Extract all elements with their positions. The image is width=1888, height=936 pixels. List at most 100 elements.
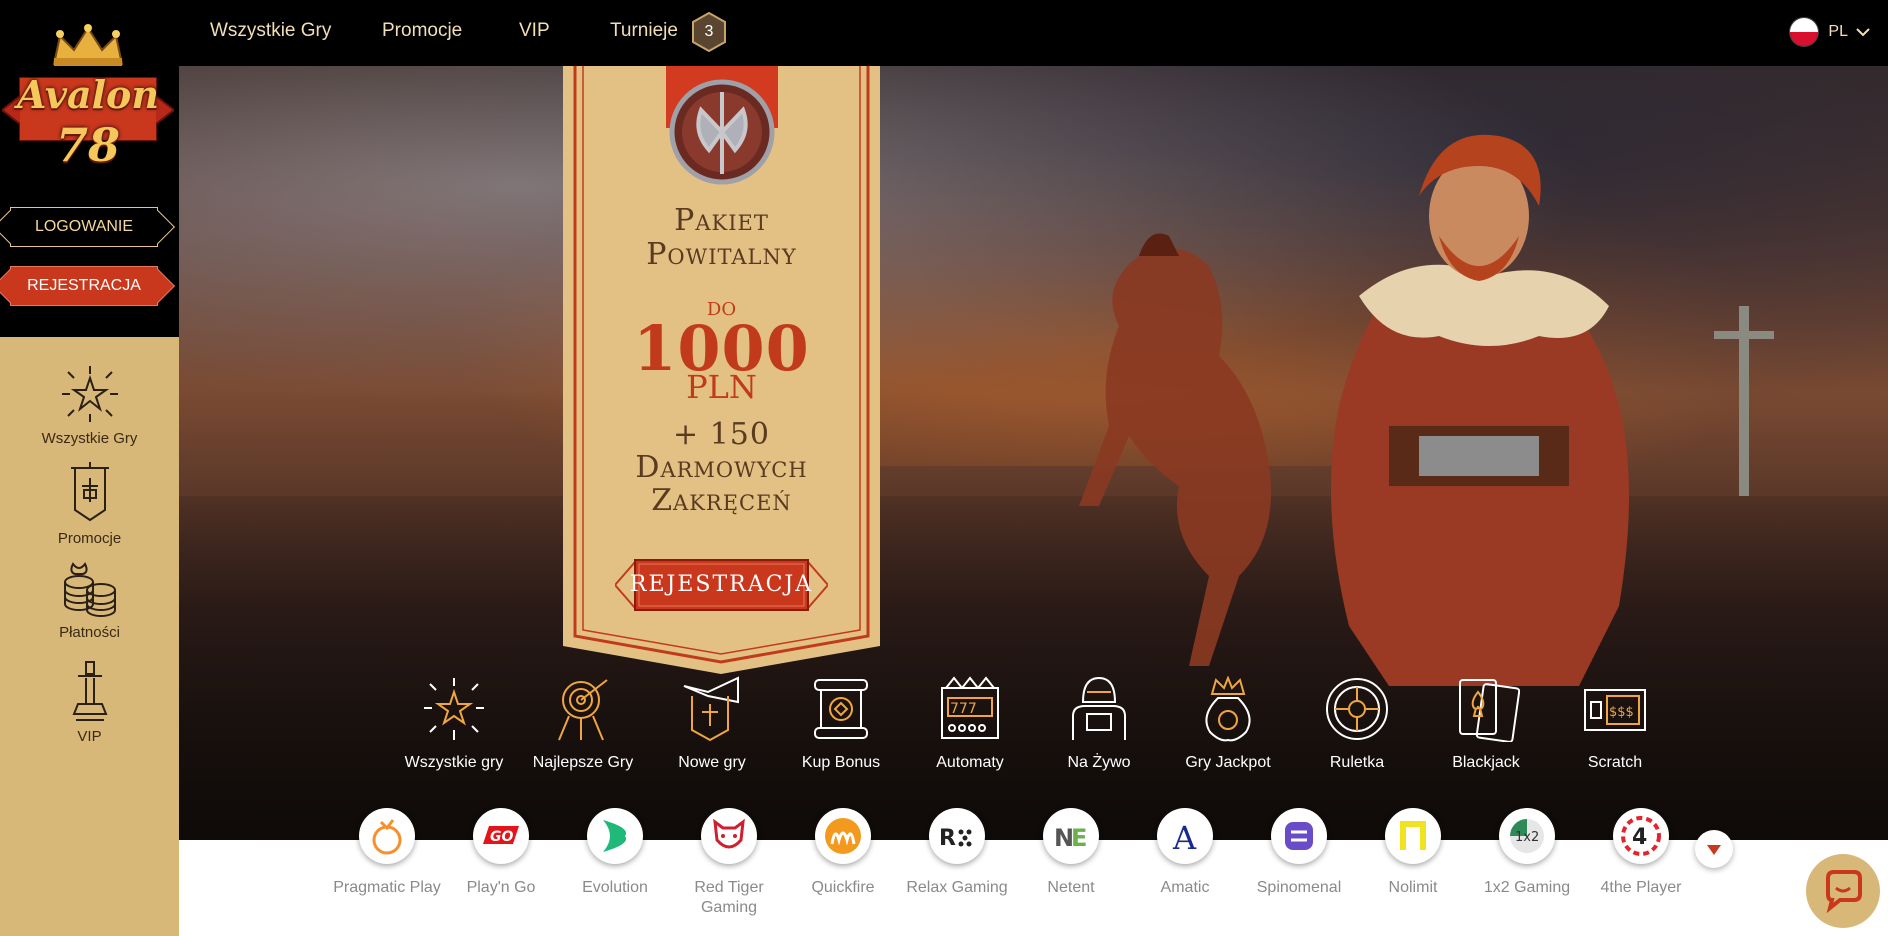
relax-logo-icon: R: [929, 808, 985, 864]
red-tiger-logo-icon: [701, 808, 757, 864]
provider-label: Evolution: [582, 879, 648, 896]
promo-title-line-1: Pakiet: [674, 203, 769, 238]
category-roulette[interactable]: Ruletka: [1293, 676, 1421, 772]
banner-icon: [70, 462, 109, 522]
category-all-games[interactable]: Wszystkie gry: [390, 676, 518, 772]
category-jackpot[interactable]: Gry Jackpot: [1164, 676, 1292, 772]
provider-red-tiger[interactable]: Red Tiger Gaming: [669, 808, 789, 918]
promo-currency: PLN: [686, 368, 757, 406]
promo-free-spins: + 150 Darmowych Zakręceń: [563, 418, 880, 517]
register-button-label: REJESTRACJA: [27, 277, 141, 294]
provider-label: Quickfire: [811, 879, 875, 896]
category-label: Blackjack: [1452, 754, 1520, 771]
provider-quickfire[interactable]: Quickfire: [783, 808, 903, 898]
promo-spins-line-1: + 150: [673, 417, 770, 452]
top-navigation: Wszystkie Gry Promocje VIP Turnieje 3 PL: [179, 0, 1888, 66]
category-label: Gry Jackpot: [1185, 754, 1271, 771]
provider-amatic[interactable]: A Amatic: [1125, 808, 1245, 898]
provider-label: Relax Gaming: [906, 879, 1008, 896]
language-code: PL: [1828, 23, 1848, 40]
promo-title-line-2: Powitalny: [646, 237, 797, 272]
brand-number: 78: [55, 118, 120, 172]
amatic-logo-icon: A: [1157, 808, 1213, 864]
category-live[interactable]: Na Żywo: [1035, 676, 1163, 772]
category-label: Nowe gry: [678, 754, 746, 771]
category-blackjack[interactable]: Blackjack: [1422, 676, 1550, 772]
register-button[interactable]: REJESTRACJA: [0, 266, 175, 306]
coins-icon: [63, 562, 116, 617]
horn-icon: [683, 676, 739, 742]
sword-icon: [72, 661, 107, 721]
cards-icon: [1459, 679, 1520, 742]
sidebar-item-vip[interactable]: VIP: [0, 660, 179, 745]
provider-playngo[interactable]: GO Play'n Go: [441, 808, 561, 898]
category-label: Wszystkie gry: [404, 754, 504, 771]
nav-promotions[interactable]: Promocje: [382, 20, 462, 42]
category-top-games[interactable]: Najlepsze Gry: [519, 676, 647, 772]
providers-expand-button[interactable]: [1695, 830, 1733, 868]
provider-1x2-gaming[interactable]: 1x2 1x2 Gaming: [1467, 808, 1587, 898]
category-label: Ruletka: [1329, 754, 1385, 771]
star-burst-icon: [424, 678, 484, 740]
warrior-and-horse-illustration: [1079, 134, 1774, 686]
provider-label: Spinomenal: [1256, 879, 1342, 896]
provider-evolution[interactable]: Evolution: [555, 808, 675, 898]
sidebar-item-label: Promocje: [57, 530, 122, 547]
promo-title: Pakiet Powitalny: [563, 204, 880, 272]
category-scratch[interactable]: $$$ Scratch: [1551, 676, 1679, 772]
sidebar: Avalon 78 LOGOWANIE REJESTRACJA Wszystki…: [0, 0, 179, 936]
provider-label: Pragmatic Play: [333, 879, 441, 896]
live-chat-button[interactable]: [1806, 854, 1880, 928]
category-buy-bonus[interactable]: Kup Bonus: [777, 676, 905, 772]
roulette-icon: [1326, 678, 1388, 740]
login-button[interactable]: LOGOWANIE: [0, 207, 175, 247]
login-button-label: LOGOWANIE: [34, 218, 134, 235]
category-slots[interactable]: 777 Automaty: [906, 676, 1034, 772]
welcome-package-banner: Pakiet Powitalny do 1000 PLN + 150 Darmo…: [563, 66, 880, 674]
game-categories: Wszystkie gry Najlepsze Gry Nowe gry Kup…: [390, 676, 1700, 786]
category-label: Scratch: [1587, 754, 1643, 771]
tournament-count-badge: 3: [691, 11, 727, 53]
nav-vip[interactable]: VIP: [519, 20, 550, 42]
chevron-down-icon: [1856, 28, 1870, 37]
site-logo[interactable]: Avalon 78: [2, 18, 174, 183]
quickfire-logo-icon: [815, 808, 871, 864]
svg-text:A: A: [1172, 819, 1197, 856]
star-burst-icon: [61, 366, 118, 422]
sidebar-item-promotions[interactable]: Promocje: [0, 460, 179, 547]
category-label: Na Żywo: [1067, 754, 1131, 771]
provider-pragmatic-play[interactable]: Pragmatic Play: [327, 808, 447, 898]
scroll-icon: [814, 679, 868, 739]
svg-text:777: 777: [950, 701, 977, 717]
nav-tournaments[interactable]: Turnieje: [610, 20, 678, 42]
poland-flag-icon: [1790, 18, 1819, 46]
sidebar-item-payments[interactable]: Płatności: [0, 560, 179, 641]
brand-name: Avalon: [16, 72, 160, 117]
provider-spinomenal[interactable]: Spinomenal: [1239, 808, 1359, 898]
sidebar-item-all-games[interactable]: Wszystkie Gry: [0, 364, 179, 447]
4theplayer-logo-icon: 4: [1613, 808, 1669, 864]
category-new-games[interactable]: Nowe gry: [648, 676, 776, 772]
crown-bag-icon: [1205, 676, 1251, 742]
triangle-down-icon: [1707, 845, 1721, 855]
provider-label: 4the Player: [1600, 879, 1682, 896]
provider-label: 1x2 Gaming: [1483, 879, 1571, 896]
promo-register-button[interactable]: REJESTRACJA: [615, 556, 828, 614]
language-selector[interactable]: PL: [1790, 16, 1870, 48]
provider-label: Nolimit: [1388, 879, 1438, 896]
provider-relax-gaming[interactable]: R Relax Gaming: [897, 808, 1017, 898]
svg-text:1x2: 1x2: [1515, 830, 1539, 845]
sidebar-item-label: VIP: [77, 728, 102, 745]
knight-icon: [1072, 676, 1126, 740]
provider-label: Play'n Go: [466, 879, 536, 896]
sidebar-item-label: Wszystkie Gry: [41, 430, 138, 447]
provider-netent[interactable]: NE Netent: [1011, 808, 1131, 898]
provider-nolimit[interactable]: Nolimit: [1353, 808, 1473, 898]
provider-label: Amatic: [1160, 879, 1210, 896]
tournament-count: 3: [704, 23, 714, 40]
pragmatic-logo-icon: [359, 808, 415, 864]
category-label: Automaty: [936, 754, 1004, 771]
provider-4theplayer[interactable]: 4 4the Player: [1581, 808, 1701, 898]
nav-all-games[interactable]: Wszystkie Gry: [210, 20, 331, 42]
evolution-logo-icon: [587, 808, 643, 864]
